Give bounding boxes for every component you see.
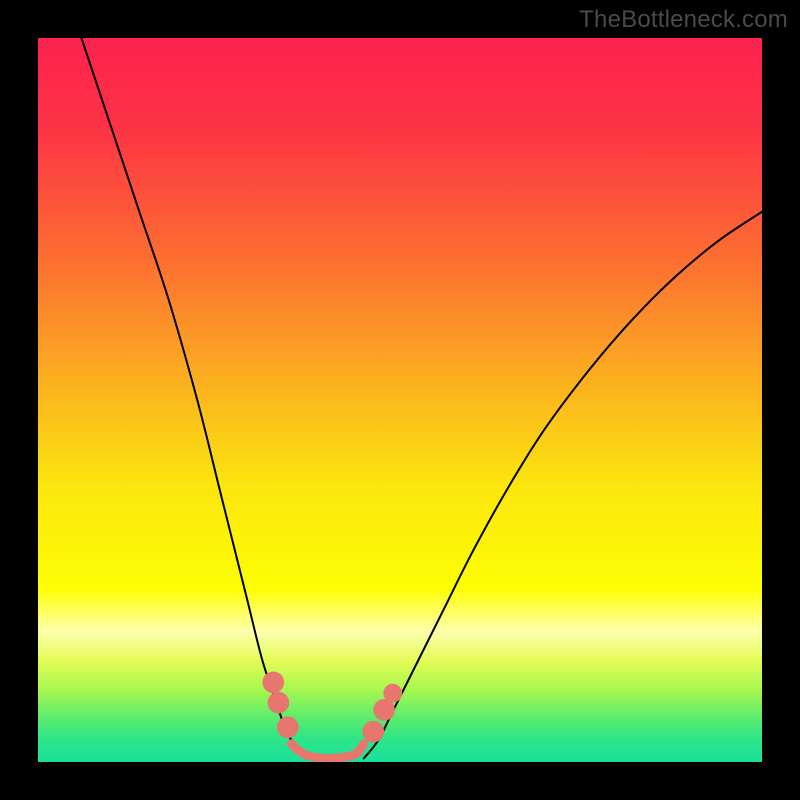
watermark-text: TheBottleneck.com — [579, 6, 788, 34]
marker-0 — [262, 672, 284, 694]
marker-3 — [362, 721, 384, 743]
chart-frame: TheBottleneck.com — [0, 0, 800, 800]
marker-2 — [277, 716, 299, 738]
marker-5 — [383, 684, 402, 703]
marker-1 — [268, 692, 290, 714]
chart-svg — [38, 38, 762, 762]
plot-area — [38, 38, 762, 762]
gradient-background — [38, 38, 762, 762]
